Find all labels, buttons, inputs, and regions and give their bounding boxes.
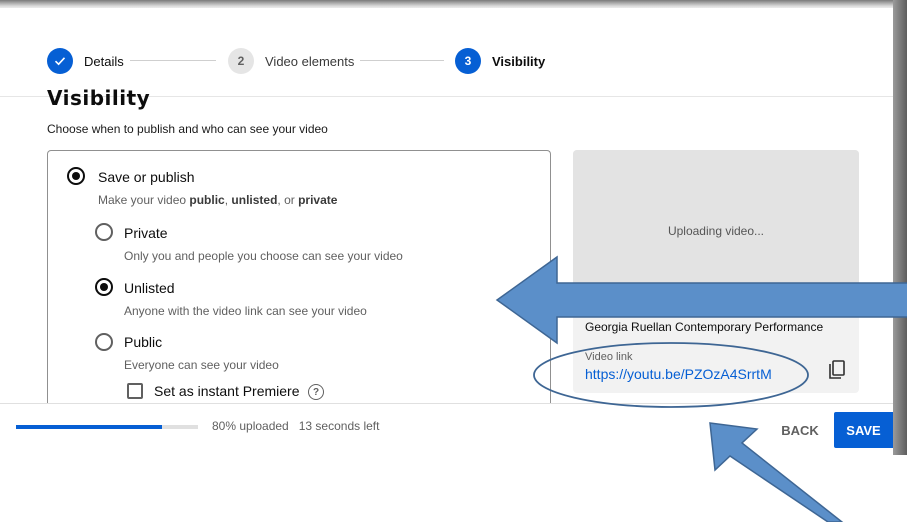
arrow-pointing-left (495, 255, 907, 345)
annotation-overlay (495, 255, 907, 522)
link-highlight-ellipse (533, 342, 809, 408)
arrow-pointing-up-left (709, 422, 844, 522)
